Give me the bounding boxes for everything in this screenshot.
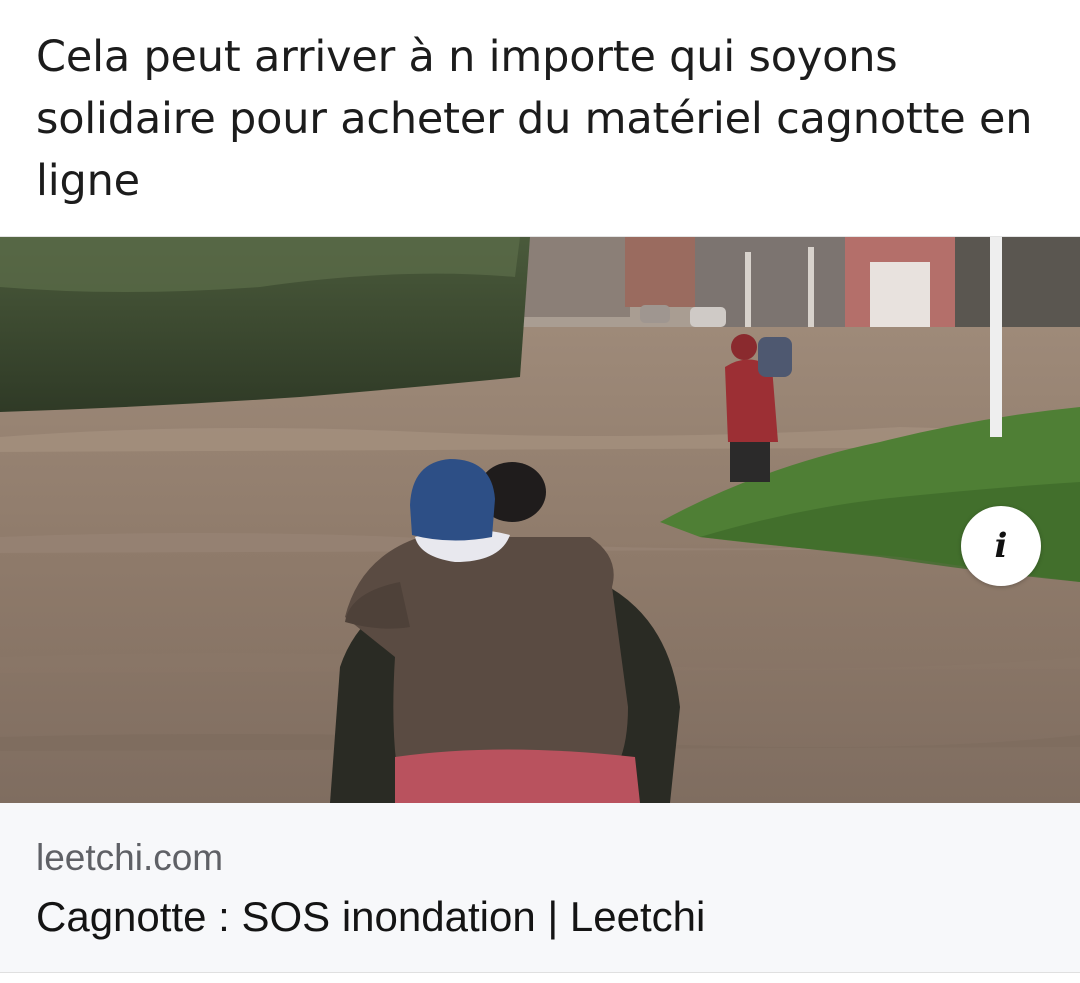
- link-meta[interactable]: leetchi.com Cagnotte : SOS inondation | …: [0, 803, 1080, 972]
- post-text: Cela peut arriver à n importe qui soyons…: [36, 32, 1033, 206]
- link-preview-card[interactable]: i leetchi.com Cagnotte : SOS inondation …: [0, 236, 1080, 973]
- link-title[interactable]: Cagnotte : SOS inondation | Leetchi: [36, 893, 705, 941]
- link-domain: leetchi.com: [36, 837, 224, 878]
- preview-image[interactable]: i: [0, 237, 1080, 803]
- info-icon: i: [994, 526, 1008, 566]
- info-button[interactable]: i: [961, 506, 1041, 586]
